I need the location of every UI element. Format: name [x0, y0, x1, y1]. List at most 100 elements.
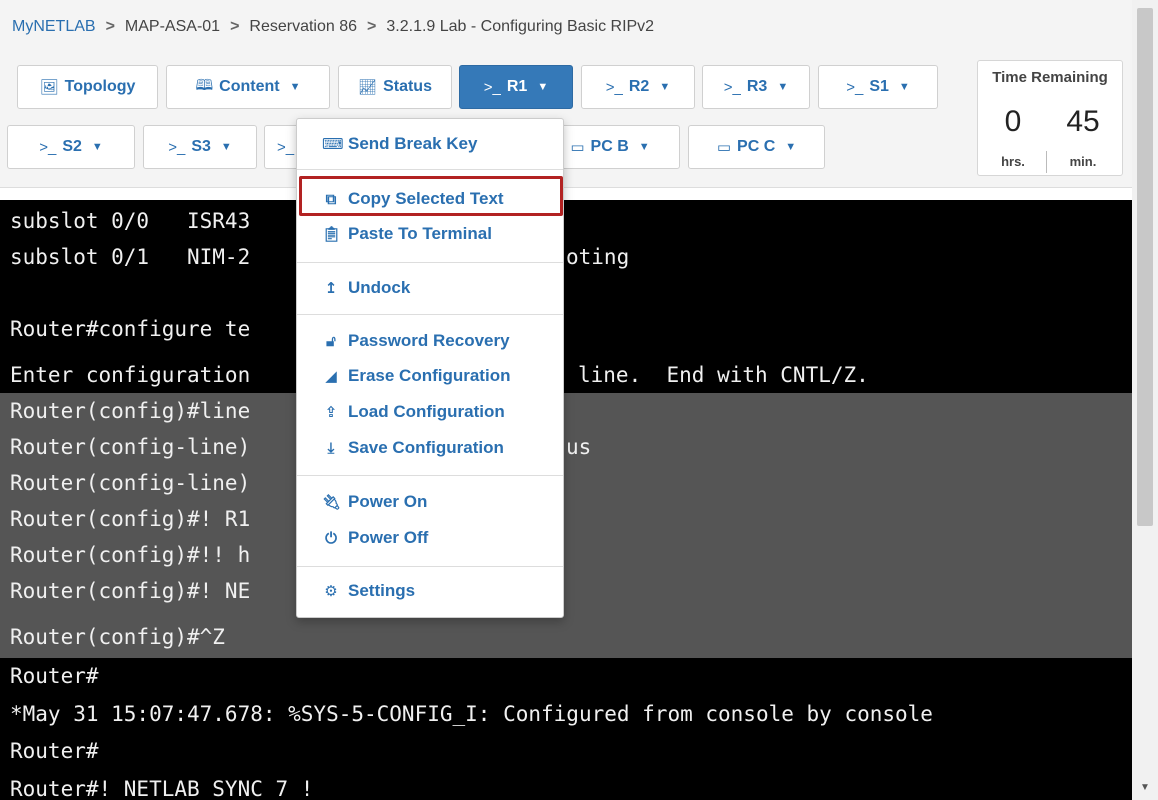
terminal-line: Router#	[10, 739, 99, 763]
terminal-line: Router#! NETLAB SYNC 7 !	[10, 777, 314, 800]
terminal-line: Router(config)#^Z	[10, 625, 225, 649]
chevron-down-icon: ▼	[220, 141, 232, 153]
breadcrumb: MyNETLAB > MAP-ASA-01 > Reservation 86 >3.2.1…	[12, 18, 654, 36]
download-icon: ⤓	[327, 439, 335, 457]
lab-header: MyNETLAB > MAP-ASA-01 > Reservation 86 >3.2.1…	[0, 0, 1132, 188]
menu-send-break-key-label: Send Break Key	[348, 134, 478, 153]
breadcrumb-separator: >	[105, 18, 115, 35]
breadcrumb-mynetlab[interactable]: MyNETLAB	[12, 18, 96, 35]
chevron-down-icon: ▼	[785, 141, 797, 153]
terminal-line: subslot 0/0 ISR43	[10, 209, 251, 233]
tab-status-label: Status	[383, 78, 432, 95]
paste-icon: 📋︎	[322, 226, 342, 243]
terminal-icon: >_	[168, 138, 186, 156]
terminal-icon: >_	[39, 138, 57, 156]
chevron-down-icon: ▼	[289, 81, 301, 93]
menu-divider	[297, 262, 563, 263]
eraser-icon: ◢	[325, 368, 337, 385]
unlock-icon: 🔓︎	[326, 332, 336, 350]
menu-erase-configuration-label: Erase Configuration	[348, 366, 511, 385]
chevron-down-icon: ▼	[91, 141, 103, 153]
tab-s2[interactable]: >_ S2 ▼	[7, 125, 135, 169]
menu-power-off[interactable]: ⏻ Power Off	[297, 521, 563, 555]
upload-icon: ⇪	[324, 404, 338, 421]
terminal-line: Router#	[10, 664, 99, 688]
time-hours-label: hrs.	[1001, 154, 1025, 169]
menu-save-configuration[interactable]: ⤓ Save Configuration	[297, 431, 563, 465]
time-remaining-title: Time Remaining	[992, 69, 1108, 86]
tab-s1[interactable]: >_ S1 ▼	[818, 65, 938, 109]
terminal-icon: >_	[723, 78, 741, 96]
scroll-down-arrow-icon[interactable]: ▼	[1140, 782, 1150, 793]
power-icon: ⏻	[325, 529, 337, 547]
menu-password-recovery[interactable]: 🔓︎ Password Recovery	[297, 324, 563, 358]
time-minutes-value: 45	[1066, 105, 1100, 138]
tab-r3[interactable]: >_ R3 ▼	[702, 65, 810, 109]
terminal-icon: >_	[483, 78, 501, 96]
menu-undock-label: Undock	[348, 278, 411, 297]
menu-divider	[297, 566, 563, 567]
tab-topology-label: Topology	[64, 78, 136, 95]
chevron-down-icon: ▼	[638, 141, 650, 153]
menu-save-configuration-label: Save Configuration	[348, 438, 504, 457]
time-hours-value: 0	[1004, 105, 1022, 138]
terminal-icon: >_	[605, 78, 623, 96]
terminal-line: Router(config-line)	[10, 471, 251, 495]
time-divider	[1046, 151, 1047, 173]
tab-content-label: Content	[219, 78, 280, 95]
menu-power-on[interactable]: 🔌︎ Power On	[297, 485, 563, 519]
tab-content[interactable]: 🕮︎ Content ▼	[166, 65, 330, 109]
menu-divider	[297, 314, 563, 315]
menu-paste-to-terminal[interactable]: 📋︎ Paste To Terminal	[297, 217, 563, 251]
plug-icon: 🔌︎	[322, 494, 342, 511]
terminal-icon: >_	[846, 78, 864, 96]
breadcrumb-device[interactable]: MAP-ASA-01	[125, 18, 220, 35]
chevron-down-icon: ▼	[537, 81, 549, 93]
menu-password-recovery-label: Password Recovery	[348, 331, 510, 350]
chevron-down-icon: ▼	[659, 81, 671, 93]
tab-r2-label: R2	[628, 78, 650, 95]
menu-load-configuration[interactable]: ⇪ Load Configuration	[297, 395, 563, 429]
tab-s3-label: S3	[191, 138, 211, 155]
terminal-line: Router(config)#! NE	[10, 579, 251, 603]
tab-s1-label: S1	[869, 78, 889, 95]
chevron-down-icon: ▼	[777, 81, 789, 93]
chart-line-icon: 📈︎	[358, 79, 378, 96]
time-minutes-label: min.	[1069, 154, 1097, 169]
breadcrumb-reservation[interactable]: Reservation 86	[249, 18, 357, 35]
menu-divider	[297, 169, 563, 170]
tab-r2[interactable]: >_ R2 ▼	[581, 65, 695, 109]
highlight-annotation	[299, 176, 563, 216]
menu-paste-to-terminal-label: Paste To Terminal	[348, 224, 492, 243]
tab-status[interactable]: 📈︎ Status	[338, 65, 452, 109]
menu-settings-label: Settings	[348, 581, 416, 600]
image-icon: 🖼︎	[39, 79, 59, 96]
terminal-line: Router(config)#! R1	[10, 507, 251, 531]
menu-power-on-label: Power On	[348, 492, 428, 511]
menu-send-break-key[interactable]: ⌨ Send Break Key	[297, 127, 563, 161]
terminal-icon: >_	[277, 138, 295, 156]
tab-s3[interactable]: >_ S3 ▼	[143, 125, 257, 169]
keyboard-icon: ⌨	[322, 136, 344, 153]
undock-arrow-icon: ↥	[324, 280, 338, 297]
terminal-line: Router#configure te	[10, 317, 251, 341]
terminal-line-fragment: us	[566, 435, 592, 459]
vertical-scrollbar[interactable]: ▼	[1132, 0, 1158, 800]
tab-pc-c-label: PC C	[737, 138, 776, 155]
scrollbar-thumb[interactable]	[1137, 8, 1153, 526]
tab-pc-c[interactable]: ▭ PC C ▼	[688, 125, 825, 169]
tab-r1[interactable]: >_ R1 ▼	[459, 65, 573, 109]
tab-topology[interactable]: 🖼︎ Topology	[17, 65, 158, 109]
terminal-line: Enter configuration	[10, 363, 251, 387]
menu-erase-configuration[interactable]: ◢ Erase Configuration	[297, 359, 563, 393]
terminal-line: Router(config)#line	[10, 399, 251, 423]
terminal-line: *May 31 15:07:47.678: %SYS-5-CONFIG_I: C…	[10, 702, 933, 726]
terminal-line: Router(config-line)	[10, 435, 251, 459]
terminal-line: subslot 0/1 NIM-2	[10, 245, 251, 269]
time-remaining-panel: Time Remaining 0 45 hrs. min.	[977, 60, 1123, 176]
menu-undock[interactable]: ↥ Undock	[297, 271, 563, 305]
menu-divider	[297, 475, 563, 476]
tab-s2-label: S2	[62, 138, 82, 155]
terminal-console[interactable]: subslot 0/0 ISR43 subslot 0/1 NIM-2 otin…	[0, 200, 1132, 800]
menu-settings[interactable]: ⚙ Settings	[297, 574, 563, 608]
